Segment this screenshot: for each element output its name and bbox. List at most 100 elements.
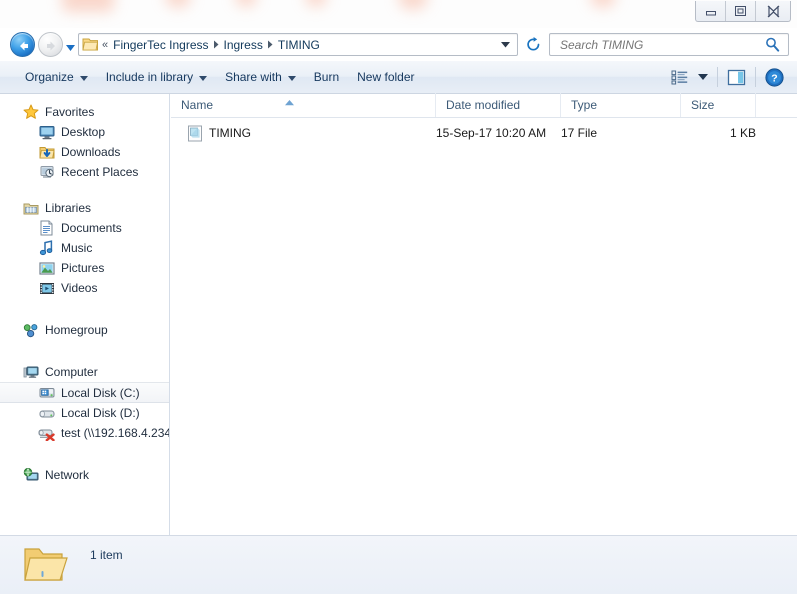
sidebar-label: Downloads [61, 145, 121, 159]
column-header-size[interactable]: Size [681, 93, 756, 117]
sidebar-item-computer[interactable]: Computer [0, 362, 169, 382]
glass-bleed-6 [590, 0, 616, 8]
star-icon [22, 104, 39, 120]
breadcrumb-overflow-chevron[interactable]: « [99, 39, 110, 51]
search-input[interactable] [558, 36, 765, 53]
breadcrumb-separator-icon-2[interactable] [266, 40, 275, 49]
sidebar-label: Videos [61, 281, 98, 295]
address-dropdown-icon[interactable] [501, 41, 510, 48]
file-size: 1 KB [729, 126, 756, 140]
sidebar-item-recent-places[interactable]: Recent Places [0, 162, 169, 182]
search-icon[interactable] [765, 37, 780, 52]
sidebar-item-favorites[interactable]: Favorites [0, 102, 169, 122]
sidebar-item-videos[interactable]: Videos [0, 278, 169, 298]
burn-button[interactable]: Burn [305, 66, 348, 89]
videos-icon [38, 280, 55, 296]
breadcrumb-item-current[interactable]: TIMING [275, 36, 323, 54]
sidebar-item-local-disk-d[interactable]: Local Disk (D:) [0, 403, 169, 423]
sidebar-item-documents[interactable]: Documents [0, 218, 169, 238]
file-name: TIMING [209, 126, 251, 140]
folder-icon [82, 37, 99, 52]
preview-pane-button[interactable] [722, 65, 751, 90]
status-bar: 1 item [0, 535, 797, 594]
open-folder-icon [22, 544, 68, 586]
glass-bleed-4 [305, 0, 327, 7]
column-header-name[interactable]: Name [171, 93, 436, 117]
search-box[interactable] [549, 33, 789, 56]
glass-bleed-1 [62, 0, 114, 12]
sidebar-item-network-drive-test[interactable]: test (\\192.168.4.234 [0, 423, 169, 443]
sidebar-label: Recent Places [61, 165, 139, 179]
column-label: Name [181, 98, 214, 112]
address-breadcrumb-box[interactable]: « FingerTec Ingress Ingress TIMING [78, 33, 518, 56]
address-bar: « FingerTec Ingress Ingress TIMING [0, 28, 797, 61]
forward-button[interactable] [38, 32, 63, 57]
command-toolbar: Organize Include in library Share with B… [0, 61, 797, 94]
computer-icon [22, 364, 39, 380]
explorer-body: Favorites Desktop Downloads Recent Place… [0, 93, 797, 535]
new-folder-button[interactable]: New folder [348, 66, 423, 89]
sidebar-item-homegroup[interactable]: Homegroup [0, 320, 169, 340]
minimize-button[interactable] [696, 1, 726, 21]
libraries-icon [22, 200, 39, 216]
sidebar-item-libraries[interactable]: Libraries [0, 198, 169, 218]
share-with-button[interactable]: Share with [216, 66, 305, 89]
network-icon [22, 467, 39, 483]
sidebar-label: Music [61, 241, 93, 255]
toolbar-separator [717, 67, 718, 87]
organize-button[interactable]: Organize [16, 66, 97, 89]
sidebar-label: Favorites [45, 105, 95, 119]
explorer-window: « FingerTec Ingress Ingress TIMING Searc… [0, 0, 797, 594]
nav-group-homegroup: Homegroup [0, 320, 169, 340]
status-item-count: 1 item [90, 548, 123, 562]
sidebar-label: Documents [61, 221, 122, 235]
column-header-type[interactable]: Type [561, 93, 681, 117]
nav-group-libraries: Libraries Documents Music Pictures Video… [0, 198, 169, 298]
nav-spacer-4 [0, 443, 169, 465]
downloads-icon [38, 144, 55, 160]
column-header-filler[interactable] [756, 93, 797, 117]
generic-file-icon [183, 125, 207, 142]
recent-pages-dropdown[interactable] [66, 41, 75, 51]
back-button[interactable] [10, 32, 35, 57]
change-view-button[interactable] [666, 65, 693, 90]
breadcrumb-item-1[interactable]: Ingress [221, 36, 266, 54]
file-date-modified: 15-Sep-17 10:20 AM [436, 126, 547, 140]
toolbar-left-group: Organize Include in library Share with B… [16, 66, 424, 89]
sidebar-item-music[interactable]: Music [0, 238, 169, 258]
sidebar-label: Libraries [45, 201, 92, 215]
burn-label: Burn [313, 70, 340, 84]
breadcrumb-item-root[interactable]: FingerTec Ingress [110, 36, 211, 54]
nav-group-computer: Computer Local Disk (C:) Local Disk (D:)… [0, 362, 169, 443]
sidebar-item-downloads[interactable]: Downloads [0, 142, 169, 162]
restore-button[interactable] [726, 1, 756, 21]
table-row[interactable]: TIMING 15-Sep-17 10:20 AM 17 File 1 KB [171, 122, 797, 144]
column-header-date-modified[interactable]: Date modified [436, 93, 561, 117]
glass-bleed-5 [398, 0, 428, 10]
nav-group-network: Network [0, 465, 169, 485]
forward-arrow-icon [39, 33, 64, 58]
breadcrumb-separator-icon[interactable] [212, 40, 221, 49]
view-dropdown-caret[interactable] [693, 65, 713, 90]
column-label: Size [691, 98, 715, 112]
sidebar-label: Homegroup [45, 323, 108, 337]
column-label: Type [571, 98, 598, 112]
pictures-icon [38, 260, 55, 276]
sidebar-item-network[interactable]: Network [0, 465, 169, 485]
refresh-button[interactable] [523, 35, 543, 55]
close-button[interactable] [756, 1, 790, 21]
sidebar-label: Local Disk (D:) [61, 406, 140, 420]
sidebar-item-local-disk-c[interactable]: Local Disk (C:) [0, 382, 169, 403]
column-label: Date modified [446, 98, 521, 112]
desktop-icon [38, 124, 55, 140]
chevron-down-icon [79, 70, 88, 84]
organize-label: Organize [25, 70, 74, 84]
include-in-library-button[interactable]: Include in library [97, 66, 216, 89]
sidebar-item-pictures[interactable]: Pictures [0, 258, 169, 278]
sidebar-item-desktop[interactable]: Desktop [0, 122, 169, 142]
navigation-pane: Favorites Desktop Downloads Recent Place… [0, 94, 170, 535]
glass-bleed-3 [235, 0, 257, 7]
include-in-library-label: Include in library [105, 70, 194, 84]
help-button[interactable]: ? [760, 65, 789, 90]
